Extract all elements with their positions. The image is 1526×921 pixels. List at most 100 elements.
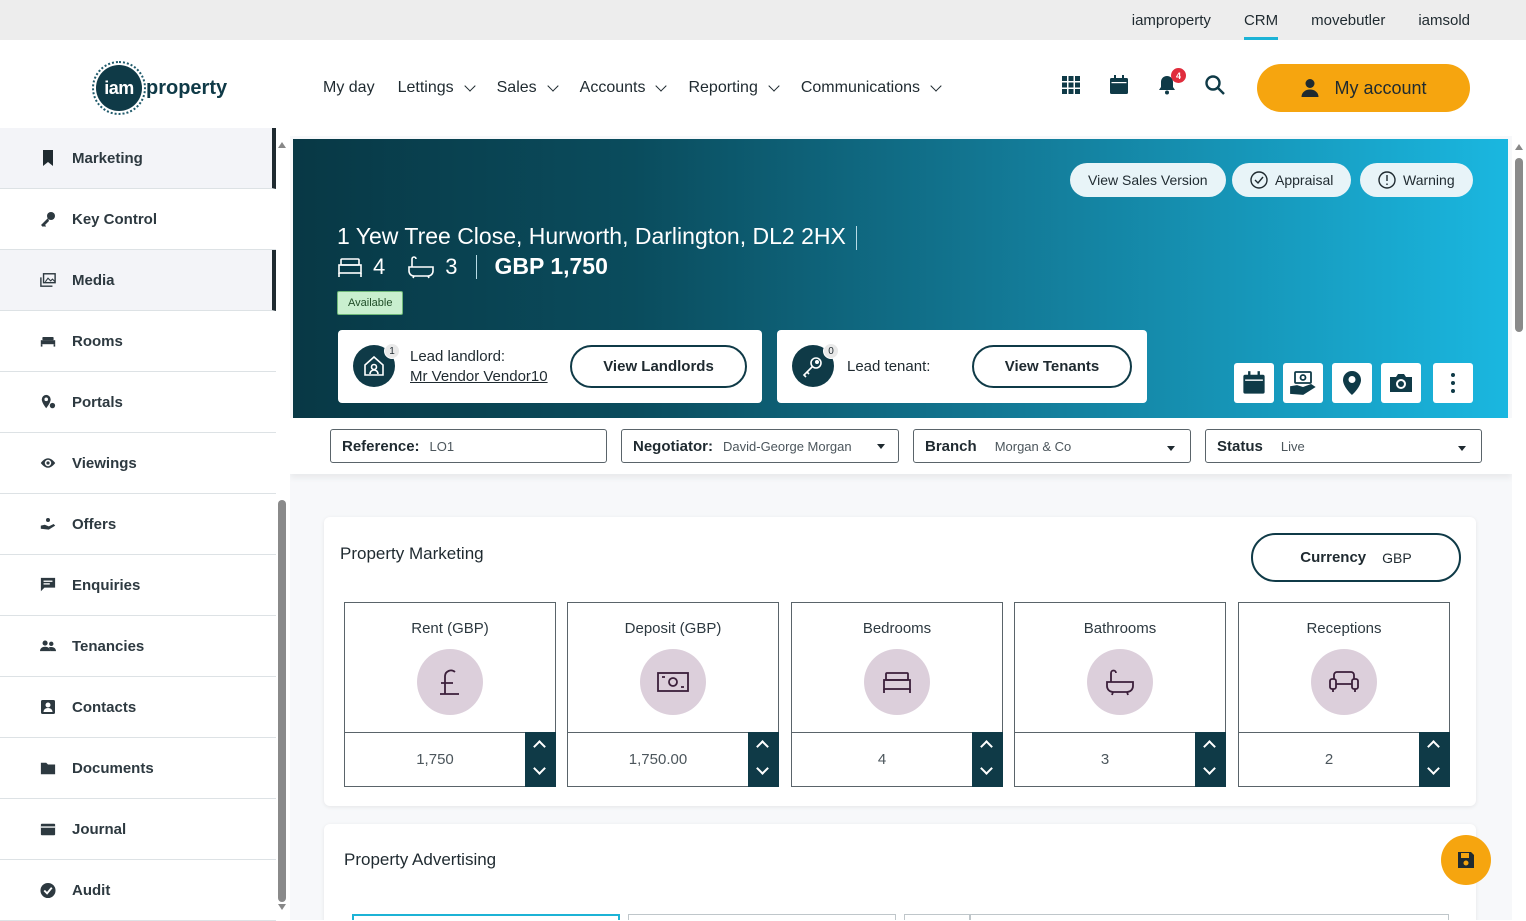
advertising-field[interactable] [628, 914, 896, 920]
sidebar-scroll-thumb[interactable] [278, 500, 286, 902]
nav-sales[interactable]: Sales [497, 79, 559, 97]
deposit-input[interactable]: 1,750.00 [568, 732, 748, 786]
scroll-up-arrow-icon[interactable] [278, 142, 286, 148]
notifications-bell-icon[interactable]: 4 [1156, 68, 1186, 96]
currency-value: GBP [1382, 549, 1412, 566]
nav-lettings[interactable]: Lettings [398, 79, 476, 97]
sidebar-item-label: Journal [72, 820, 127, 838]
stepper-up-icon[interactable] [980, 740, 993, 753]
negotiator-label: Negotiator: [633, 437, 713, 455]
bookmark-icon [40, 150, 56, 166]
nav-communications[interactable]: Communications [801, 79, 942, 97]
landlord-count-badge: 1 [384, 343, 400, 359]
sidebar-item-rooms[interactable]: Rooms [0, 311, 276, 372]
sidebar-item-enquiries[interactable]: Enquiries [0, 555, 276, 616]
stepper-up-icon[interactable] [1427, 740, 1440, 753]
images-icon [40, 272, 56, 288]
chevron-down-icon [463, 79, 476, 92]
nav-my-day[interactable]: My day [323, 79, 375, 97]
contact-card-icon [40, 699, 56, 715]
nav-accounts[interactable]: Accounts [580, 79, 668, 97]
branch-select[interactable]: Branch Morgan & Co [913, 429, 1191, 463]
deposit-stepper[interactable] [748, 732, 779, 787]
stepper-up-icon[interactable] [533, 740, 546, 753]
sidebar-item-portals[interactable]: Portals [0, 372, 276, 433]
user-icon [1301, 79, 1319, 97]
advertising-field[interactable] [970, 914, 1449, 920]
my-account-label: My account [1334, 77, 1427, 98]
stat-label: Bathrooms [1083, 620, 1157, 637]
reference-field[interactable]: Reference: LO1 [330, 429, 607, 463]
lead-tenant-label: Lead tenant: [847, 358, 931, 375]
lead-landlord-link[interactable]: Mr Vendor Vendor10 [410, 368, 548, 385]
iamproperty-logo[interactable]: iam property [92, 61, 227, 115]
appraisal-button[interactable]: Appraisal [1232, 163, 1352, 197]
bathrooms-input[interactable]: 3 [1015, 732, 1195, 786]
scroll-up-arrow-icon[interactable] [1515, 144, 1523, 150]
sidebar-item-journal[interactable]: Journal [0, 799, 276, 860]
logo-badge: iam [92, 61, 146, 115]
rent-stepper[interactable] [525, 732, 556, 787]
calendar-icon[interactable] [1108, 74, 1130, 96]
camera-icon[interactable] [1381, 363, 1421, 403]
apps-grid-icon[interactable] [1060, 74, 1082, 96]
site-link-iamproperty[interactable]: iamproperty [1132, 0, 1211, 40]
my-account-button[interactable]: My account [1257, 64, 1470, 112]
bathrooms-stepper[interactable] [1195, 732, 1226, 787]
stepper-down-icon[interactable] [1203, 762, 1216, 775]
status-select[interactable]: Status Live [1205, 429, 1482, 463]
sidebar-item-label: Media [72, 271, 115, 289]
property-field-row: Reference: LO1 Negotiator: David-George … [290, 418, 1512, 474]
rent-input[interactable]: 1,750 [345, 732, 525, 786]
scroll-down-arrow-icon[interactable] [278, 904, 286, 910]
site-link-crm[interactable]: CRM [1244, 0, 1278, 40]
sidebar-scrollbar[interactable] [277, 136, 288, 920]
sidebar-item-marketing[interactable]: Marketing [0, 128, 276, 189]
sidebar-item-label: Documents [72, 759, 154, 777]
page-scroll-thumb[interactable] [1515, 158, 1523, 332]
sidebar-item-viewings[interactable]: Viewings [0, 433, 276, 494]
stepper-down-icon[interactable] [756, 762, 769, 775]
chevron-down-icon [768, 79, 780, 92]
view-tenants-button[interactable]: View Tenants [972, 345, 1132, 388]
stepper-down-icon[interactable] [980, 762, 993, 775]
view-sales-version-button[interactable]: View Sales Version [1070, 163, 1226, 197]
receptions-stepper[interactable] [1419, 732, 1450, 787]
site-link-iamsold[interactable]: iamsold [1418, 0, 1470, 40]
property-address: 1 Yew Tree Close, Hurworth, Darlington, … [337, 223, 857, 250]
page-scrollbar[interactable] [1512, 136, 1526, 920]
valuation-hand-icon[interactable] [1283, 363, 1323, 403]
warning-button[interactable]: Warning [1360, 163, 1473, 197]
advertising-field[interactable] [904, 914, 970, 920]
sidebar-item-offers[interactable]: Offers [0, 494, 276, 555]
site-link-movebutler[interactable]: movebutler [1311, 0, 1385, 40]
stepper-down-icon[interactable] [1427, 762, 1440, 775]
search-icon[interactable] [1204, 74, 1226, 96]
sidebar-item-contacts[interactable]: Contacts [0, 677, 276, 738]
nav-reporting[interactable]: Reporting [688, 79, 780, 97]
message-icon [40, 577, 56, 593]
calendar-action-icon[interactable] [1234, 363, 1274, 403]
stepper-down-icon[interactable] [533, 762, 546, 775]
top-utility-bar: iamproperty CRM movebutler iamsold [0, 0, 1526, 40]
receptions-input[interactable]: 2 [1239, 732, 1419, 786]
stepper-up-icon[interactable] [756, 740, 769, 753]
sidebar-item-audit[interactable]: Audit [0, 860, 276, 921]
advertising-field[interactable] [352, 914, 620, 920]
bedrooms-stepper[interactable] [972, 732, 1003, 787]
sidebar-item-key-control[interactable]: Key Control [0, 189, 276, 250]
bed-icon [864, 649, 930, 715]
more-options-icon[interactable] [1433, 363, 1473, 403]
view-landlords-button[interactable]: View Landlords [570, 345, 747, 388]
sidebar-item-tenancies[interactable]: Tenancies [0, 616, 276, 677]
stepper-up-icon[interactable] [1203, 740, 1216, 753]
save-button[interactable] [1441, 835, 1491, 885]
sidebar-item-documents[interactable]: Documents [0, 738, 276, 799]
bath-icon [408, 255, 435, 278]
sidebar-item-media[interactable]: Media [0, 250, 276, 311]
negotiator-select[interactable]: Negotiator: David-George Morgan [621, 429, 899, 463]
map-pin-icon[interactable] [1332, 363, 1372, 403]
currency-button[interactable]: Currency GBP [1251, 533, 1461, 582]
status-label: Status [1217, 437, 1263, 455]
bedrooms-input[interactable]: 4 [792, 732, 972, 786]
